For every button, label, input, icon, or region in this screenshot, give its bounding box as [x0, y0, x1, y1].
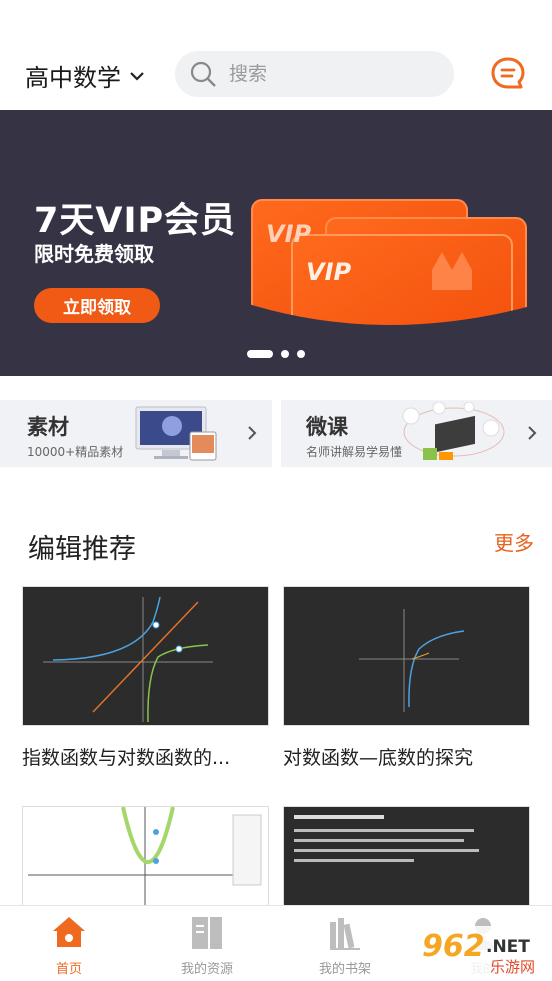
subject-label: 高中数学 [25, 64, 121, 92]
search-icon [190, 61, 216, 87]
nav-bookshelf[interactable]: 我的书架 [290, 906, 400, 981]
microlesson-desc: 名师讲解易学易懂 [306, 445, 403, 459]
resource-card-thumbnail[interactable] [283, 806, 530, 906]
vip-cards-illustration [236, 199, 552, 376]
banner-title: 7天VIP会员 [34, 201, 237, 241]
carousel-indicator [0, 350, 552, 358]
resource-card-title[interactable]: 对数函数—底数的探究 [283, 743, 473, 770]
chevron-down-icon [130, 71, 144, 81]
resource-card-thumbnail[interactable] [22, 586, 269, 726]
microlesson-entry[interactable]: 微课 名师讲解易学易懂 [281, 400, 552, 467]
home-icon [53, 917, 85, 947]
microlesson-title: 微课 [306, 415, 348, 439]
chevron-right-icon [528, 426, 537, 440]
section-title: 编辑推荐 [28, 534, 136, 565]
banner-subtitle: 限时免费领取 [34, 242, 154, 266]
parabola-graph-image [28, 807, 262, 905]
site-watermark-logo: 962 .NET 乐游网 [418, 926, 548, 976]
chevron-right-icon [248, 426, 257, 440]
nav-home[interactable]: 首页 [14, 906, 124, 981]
search-input[interactable] [229, 63, 429, 85]
carousel-dot[interactable] [297, 350, 305, 358]
resource-card-title[interactable]: 指数函数与对数函数的... [22, 743, 230, 770]
resources-icon [192, 917, 222, 949]
computer-illustration [135, 406, 217, 461]
bookshelf-icon [330, 918, 360, 950]
subject-selector[interactable]: 高中数学 [25, 58, 145, 93]
lecture-illustration [402, 402, 505, 460]
log-graph-image [359, 609, 465, 712]
nav-home-label: 首页 [55, 962, 82, 977]
more-link[interactable]: 更多 [494, 527, 534, 556]
nav-bookshelf-label: 我的书架 [318, 962, 371, 977]
nav-resources[interactable]: 我的资源 [152, 906, 262, 981]
exam-question-image [294, 815, 479, 862]
resource-card-thumbnail[interactable] [283, 586, 530, 726]
vip-card-back-label: VIP [266, 220, 312, 248]
vip-banner[interactable]: 7天VIP会员 限时免费领取 立即领取 VIP VIP [0, 110, 552, 376]
vip-card-front-label: VIP [306, 258, 352, 286]
claim-button[interactable]: 立即领取 [34, 288, 160, 323]
watermark-suffix: .NET [486, 937, 530, 957]
carousel-dot[interactable] [281, 350, 289, 358]
watermark-brand: 962 [422, 929, 485, 964]
message-icon[interactable] [490, 56, 526, 92]
watermark-site: 乐游网 [490, 958, 535, 976]
function-graph-image [43, 596, 213, 723]
search-bar[interactable] [175, 51, 454, 97]
nav-resources-label: 我的资源 [180, 962, 233, 977]
materials-desc: 10000+精品素材 [27, 445, 124, 459]
materials-title: 素材 [27, 415, 69, 439]
resource-card-thumbnail[interactable] [22, 806, 269, 906]
materials-entry[interactable]: 素材 10000+精品素材 [0, 400, 272, 467]
carousel-dot[interactable] [247, 350, 273, 358]
top-bar: 高中数学 [0, 0, 552, 110]
